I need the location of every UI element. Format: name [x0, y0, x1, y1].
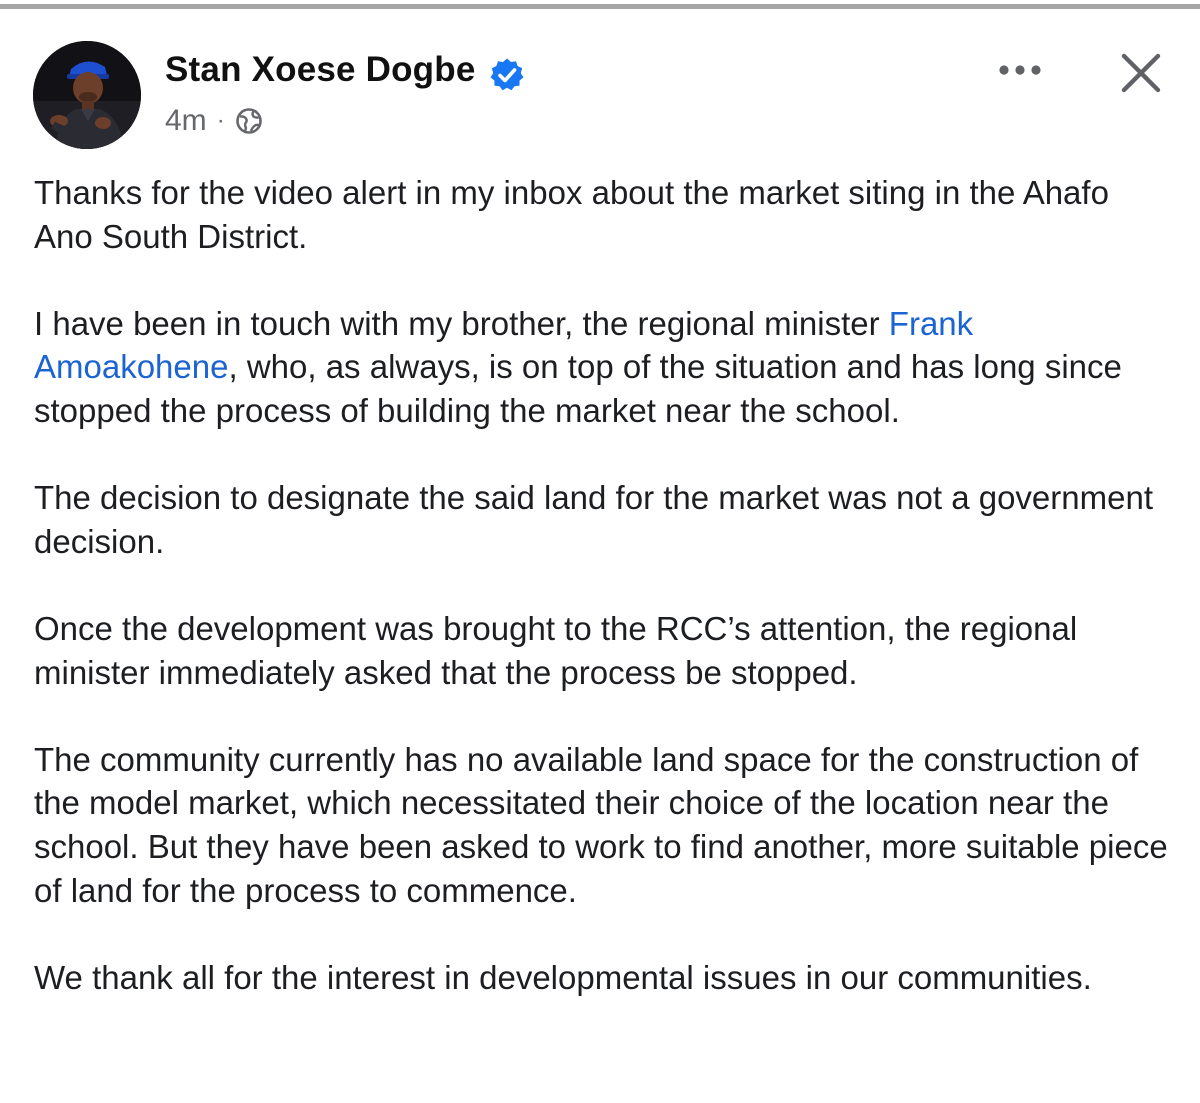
- author-avatar[interactable]: [33, 41, 141, 149]
- more-options-button[interactable]: [990, 52, 1050, 88]
- author-name[interactable]: Stan Xoese Dogbe: [165, 50, 476, 90]
- post-paragraph: We thank all for the interest in develop…: [34, 958, 1092, 996]
- post-timestamp[interactable]: 4m: [165, 104, 207, 138]
- meta-separator: ·: [216, 107, 225, 134]
- profile-photo-icon: [33, 41, 141, 149]
- post-paragraph: The decision to designate the said land …: [34, 479, 1153, 560]
- post-paragraph: The community currently has no available…: [34, 740, 1168, 909]
- globe-icon: [235, 108, 262, 134]
- post-paragraph: Once the development was brought to the …: [34, 609, 1078, 691]
- post-header: Stan Xoese Dogbe 4m ·: [0, 0, 1200, 160]
- verified-badge-icon: [490, 58, 524, 91]
- post-paragraph: Thanks for the video alert in my inbox a…: [34, 174, 1109, 255]
- post-body: Thanks for the video alert in my inbox a…: [34, 171, 1174, 1043]
- close-button[interactable]: [1112, 46, 1168, 102]
- post-paragraph: I have been in touch with my brother, th…: [34, 302, 1174, 433]
- post-meta: 4m ·: [165, 101, 263, 141]
- paragraph-text: I have been in touch with my brother, th…: [34, 304, 889, 342]
- ellipsis-icon: [999, 65, 1041, 75]
- close-icon: [1121, 53, 1161, 93]
